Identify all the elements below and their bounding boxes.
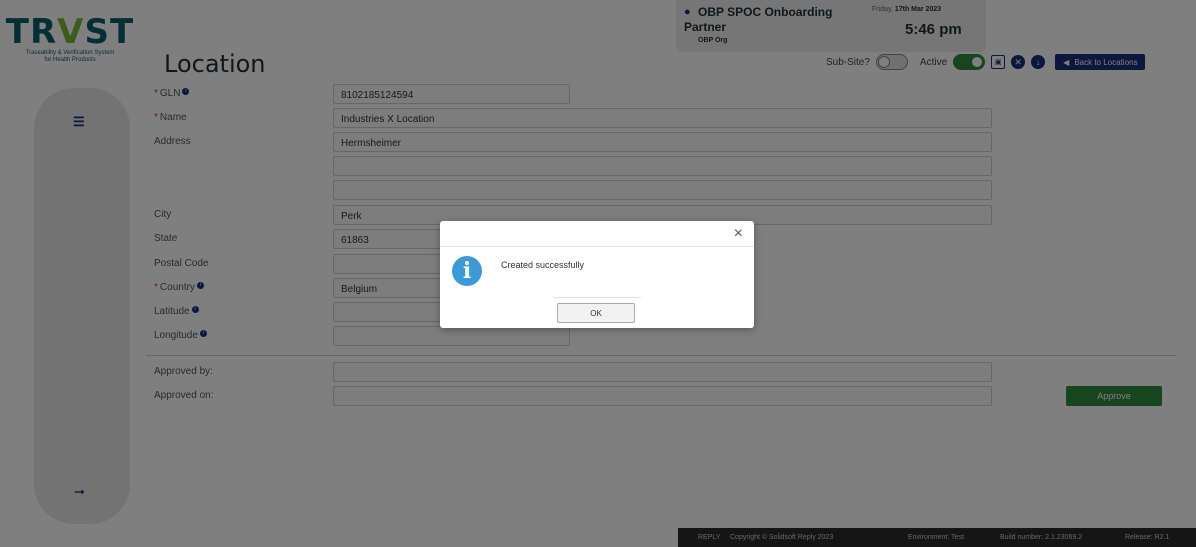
dialog-message: Created successfully [501, 260, 585, 270]
close-icon[interactable]: × [734, 225, 743, 243]
dialog-divider [440, 246, 754, 247]
location-page: TRVST Traceability & Verification System… [0, 0, 1196, 547]
ok-button[interactable]: OK [557, 303, 635, 323]
info-icon: i [452, 256, 482, 286]
success-dialog: × i Created successfully OK [440, 221, 754, 328]
dialog-footer-divider [553, 297, 641, 298]
